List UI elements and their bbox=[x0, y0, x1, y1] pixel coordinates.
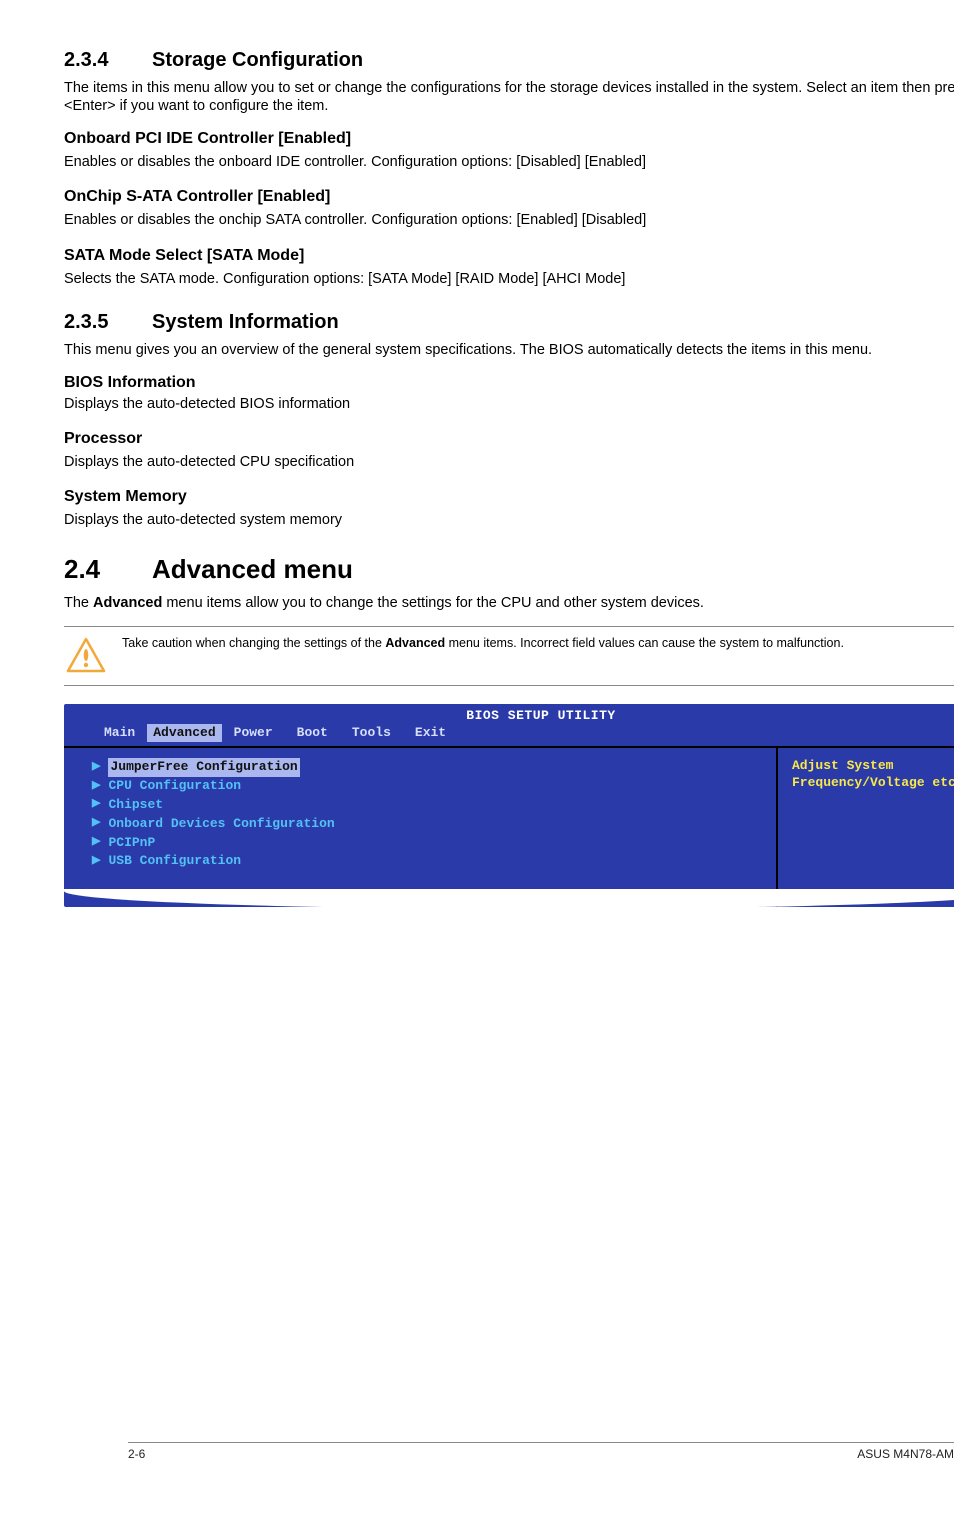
caution-text: Take caution when changing the settings … bbox=[122, 635, 844, 652]
bios-item-label: PCIPnP bbox=[108, 834, 155, 853]
section-intro: The items in this menu allow you to set … bbox=[64, 79, 954, 115]
sub-heading-processor: Processor bbox=[64, 429, 954, 449]
bios-item-jumperfree[interactable]: ▶ JumperFree Configuration bbox=[92, 758, 764, 777]
triangle-right-icon: ▶ bbox=[92, 854, 100, 870]
bios-help-pane: Adjust System Frequency/Voltage etc. bbox=[778, 748, 954, 907]
text: Take caution when changing the settings … bbox=[122, 636, 385, 650]
bios-help-line: Frequency/Voltage etc. bbox=[792, 775, 954, 791]
bios-item-label: USB Configuration bbox=[108, 852, 241, 871]
bios-menu-advanced[interactable]: Advanced bbox=[147, 724, 221, 742]
bios-item-label: JumperFree Configuration bbox=[108, 758, 299, 777]
sub-body: Displays the auto-detected BIOS informat… bbox=[64, 395, 954, 413]
sub-heading-onchip-sata: OnChip S-ATA Controller [Enabled] bbox=[64, 187, 954, 207]
page-footer: 2-6 ASUS M4N78-AM bbox=[128, 1442, 954, 1462]
bios-item-pcipnp[interactable]: ▶ PCIPnP bbox=[92, 834, 764, 853]
bios-menu-power[interactable]: Power bbox=[222, 724, 285, 742]
text: menu items. Incorrect field values can c… bbox=[445, 636, 844, 650]
sub-body: Enables or disables the onboard IDE cont… bbox=[64, 153, 954, 171]
triangle-right-icon: ▶ bbox=[92, 835, 100, 851]
triangle-right-icon: ▶ bbox=[92, 797, 100, 813]
bios-menu-boot[interactable]: Boot bbox=[285, 724, 340, 742]
triangle-right-icon: ▶ bbox=[92, 760, 100, 776]
section-intro: This menu gives you an overview of the g… bbox=[64, 341, 954, 359]
sub-heading-onboard-pci-ide: Onboard PCI IDE Controller [Enabled] bbox=[64, 129, 954, 149]
bios-menu-exit[interactable]: Exit bbox=[403, 724, 458, 742]
bios-item-onboard-devices[interactable]: ▶ Onboard Devices Configuration bbox=[92, 815, 764, 834]
heading-title: Advanced menu bbox=[152, 554, 353, 584]
heading-number: 2.4 bbox=[64, 553, 152, 586]
heading-title: System Information bbox=[152, 311, 339, 333]
sub-heading-sata-mode: SATA Mode Select [SATA Mode] bbox=[64, 246, 954, 266]
text: menu items allow you to change the setti… bbox=[162, 595, 704, 611]
triangle-right-icon: ▶ bbox=[92, 816, 100, 832]
heading-2-4: 2.4Advanced menu bbox=[64, 553, 954, 586]
triangle-right-icon: ▶ bbox=[92, 779, 100, 795]
text-bold: Advanced bbox=[93, 595, 162, 611]
sub-heading-system-memory: System Memory bbox=[64, 487, 954, 507]
page-number: 2-6 bbox=[128, 1447, 145, 1462]
section-intro: The Advanced menu items allow you to cha… bbox=[64, 594, 954, 612]
bios-menu-main[interactable]: Main bbox=[92, 724, 147, 742]
caution-callout: Take caution when changing the settings … bbox=[64, 626, 954, 686]
bios-item-cpu-config[interactable]: ▶ CPU Configuration bbox=[92, 777, 764, 796]
sub-body: Enables or disables the onchip SATA cont… bbox=[64, 211, 954, 229]
bios-item-label: Onboard Devices Configuration bbox=[108, 815, 334, 834]
text-bold: Advanced bbox=[385, 636, 445, 650]
bios-menu-tools[interactable]: Tools bbox=[340, 724, 403, 742]
sub-body: Selects the SATA mode. Configuration opt… bbox=[64, 270, 954, 288]
bios-item-label: CPU Configuration bbox=[108, 777, 241, 796]
bios-item-chipset[interactable]: ▶ Chipset bbox=[92, 796, 764, 815]
bios-submenu-list: ▶ JumperFree Configuration ▶ CPU Configura… bbox=[64, 748, 778, 907]
bios-item-usb-config[interactable]: ▶ USB Configuration bbox=[92, 852, 764, 871]
caution-icon bbox=[64, 635, 108, 675]
sub-body: Displays the auto-detected system memory bbox=[64, 511, 954, 529]
bios-item-label: Chipset bbox=[108, 796, 163, 815]
footer-product: ASUS M4N78-AM bbox=[857, 1447, 954, 1462]
sub-heading-bios-info: BIOS Information bbox=[64, 373, 954, 393]
bios-screenshot: BIOS SETUP UTILITY Main Advanced Power B… bbox=[64, 704, 954, 908]
heading-2-3-4: 2.3.4Storage Configuration bbox=[64, 48, 954, 73]
bios-help-line: Adjust System bbox=[792, 758, 954, 774]
heading-number: 2.3.4 bbox=[64, 48, 152, 73]
heading-title: Storage Configuration bbox=[152, 49, 363, 71]
bios-menubar: Main Advanced Power Boot Tools Exit bbox=[64, 724, 954, 746]
text: The bbox=[64, 595, 93, 611]
sub-body: Displays the auto-detected CPU specifica… bbox=[64, 453, 954, 471]
bios-title: BIOS SETUP UTILITY bbox=[64, 704, 954, 724]
intro-text: The items in this menu allow you to set … bbox=[64, 80, 954, 114]
heading-number: 2.3.5 bbox=[64, 310, 152, 335]
heading-2-3-5: 2.3.5System Information bbox=[64, 310, 954, 335]
